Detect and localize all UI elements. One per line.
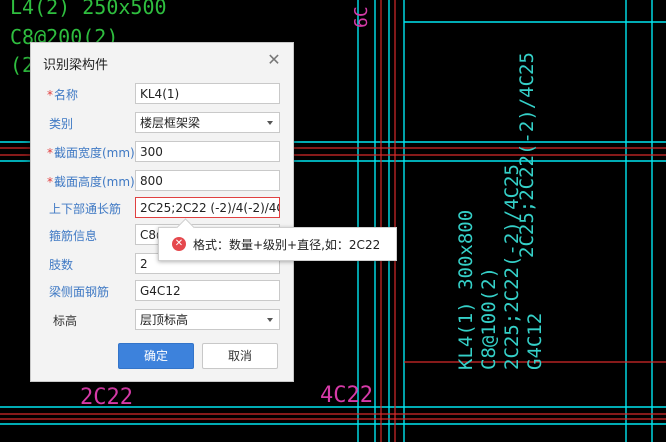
validation-tooltip: ✕ 格式：数量+级别+直径,如：2C22 (158, 218, 397, 261)
field-label-stirrup: 箍筋信息 (49, 229, 98, 243)
longitudinal-rebar-input[interactable]: 2C25;2C22 (-2)/4(-2)/4C (135, 197, 280, 218)
close-icon[interactable]: ✕ (265, 51, 283, 69)
section-height-input[interactable]: 800 (135, 170, 280, 191)
field-label-side-rebar: 梁侧面钢筋 (49, 285, 110, 299)
side-rebar-input[interactable]: G4C12 (135, 280, 280, 301)
cad-label-bottom-center: 4C22 (320, 383, 373, 408)
field-label-category: 类别 (49, 117, 74, 131)
section-width-input[interactable]: 300 (135, 141, 280, 162)
cad-vertical-text: 2C25;2C22(-2)/4C25 KL4(1) 300x800 C8@100… (455, 52, 546, 370)
field-label-height: *截面高度(mm) (47, 175, 135, 189)
cad-label-top-center: 6C (351, 6, 372, 28)
field-label-name: *名称 (47, 88, 79, 102)
cad-label-vert-stirrup: C8@100(2) (478, 267, 500, 370)
elevation-select[interactable]: 层顶标高 (135, 309, 280, 330)
name-input[interactable]: KL4(1) (135, 83, 280, 104)
required-marker: * (47, 175, 53, 189)
error-icon: ✕ (172, 237, 186, 251)
field-label-width: *截面宽度(mm) (47, 146, 135, 160)
field-label-legs: 肢数 (49, 258, 74, 272)
required-marker: * (47, 88, 53, 102)
category-select[interactable]: 楼层框架梁 (135, 112, 280, 133)
field-row-elevation: 标高 层顶标高 (31, 308, 293, 332)
cad-label-vert-rebar: 2C25;2C22(-2)/4C25 (501, 164, 523, 370)
field-row-side-rebar: 梁侧面钢筋 G4C12 (31, 279, 293, 303)
field-row-longitudinal: 上下部通长筋 2C25;2C22 (-2)/4(-2)/4C (31, 196, 293, 220)
required-marker: * (47, 146, 53, 160)
tooltip-message: 格式：数量+级别+直径,如：2C22 (193, 238, 381, 252)
field-label-elevation: 标高 (53, 314, 78, 328)
cad-label-vert-beam: KL4(1) 300x800 (455, 210, 477, 370)
recognize-beam-dialog: 识别梁构件 ✕ *名称 KL4(1) 类别 楼层框架梁 *截面宽度(mm) 30… (30, 42, 294, 382)
dialog-title: 识别梁构件 (43, 58, 109, 73)
field-label-longitudinal: 上下部通长筋 (49, 202, 122, 216)
cad-label-vert-side: G4C12 (524, 313, 546, 370)
cad-label-beam-top: L4(2) 250x500 (10, 0, 167, 19)
field-row-width: *截面宽度(mm) 300 (31, 140, 293, 164)
cad-label-bottom-left: 2C22 (80, 385, 133, 410)
field-row-category: 类别 楼层框架梁 (31, 111, 293, 135)
field-row-height: *截面高度(mm) 800 (31, 169, 293, 193)
field-row-name: *名称 KL4(1) (31, 82, 293, 106)
confirm-button[interactable]: 确定 (118, 343, 194, 369)
cancel-button[interactable]: 取消 (202, 343, 278, 369)
